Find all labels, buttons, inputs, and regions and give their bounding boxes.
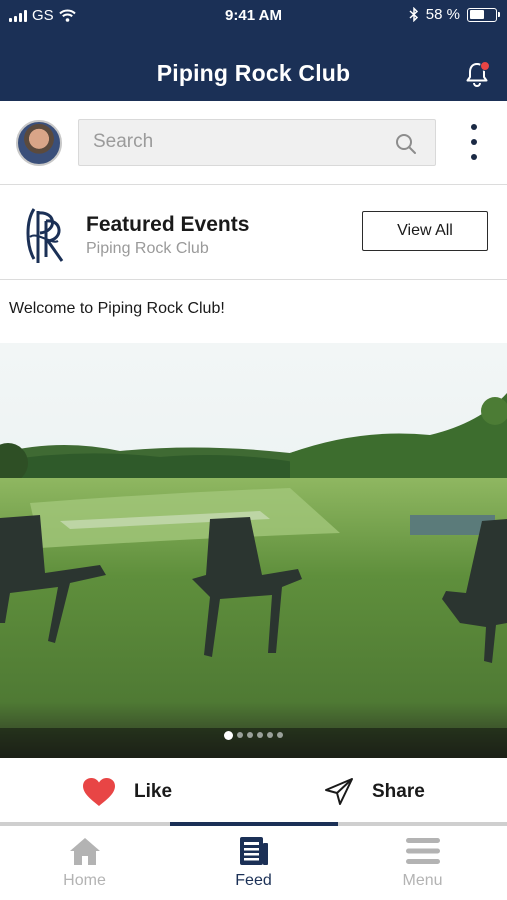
bluetooth-icon xyxy=(409,7,418,22)
tab-menu-label: Menu xyxy=(402,872,443,889)
like-button[interactable]: Like xyxy=(82,777,172,807)
page-title: Piping Rock Club xyxy=(156,60,351,86)
featured-subtitle: Piping Rock Club xyxy=(86,240,209,257)
post-text: Welcome to Piping Rock Club! xyxy=(9,300,225,317)
search-icon[interactable] xyxy=(395,133,417,155)
battery-icon xyxy=(467,7,500,22)
golf-course-photo xyxy=(0,343,507,758)
carousel-dot[interactable] xyxy=(257,732,263,738)
share-label: Share xyxy=(372,781,425,802)
battery-fill xyxy=(469,10,484,19)
more-options-icon[interactable] xyxy=(466,124,482,160)
search-row xyxy=(0,101,507,185)
featured-title: Featured Events xyxy=(86,213,250,236)
avatar[interactable] xyxy=(16,120,62,166)
view-all-button[interactable]: View All xyxy=(362,211,488,251)
menu-icon xyxy=(405,838,440,864)
heart-icon xyxy=(83,778,115,806)
home-icon xyxy=(69,838,100,865)
tab-feed[interactable]: Feed xyxy=(169,834,338,890)
like-label: Like xyxy=(134,781,173,802)
tab-home-label: Home xyxy=(63,872,106,889)
send-icon xyxy=(325,778,353,805)
carousel-dot[interactable] xyxy=(237,732,243,738)
carousel-dot[interactable] xyxy=(267,732,273,738)
tab-bar: Home Feed Menu xyxy=(0,826,507,900)
status-bar: GS 9:41 AM 58 % xyxy=(0,0,507,32)
tab-home[interactable]: Home xyxy=(0,834,169,890)
carousel-dot[interactable] xyxy=(277,732,283,738)
feed-icon xyxy=(239,837,268,865)
search-input[interactable] xyxy=(93,131,393,153)
post-actions: Like Share xyxy=(0,762,507,822)
tab-menu[interactable]: Menu xyxy=(338,834,507,890)
carousel-dot[interactable] xyxy=(247,732,253,738)
notifications-button[interactable] xyxy=(465,61,490,87)
club-logo-icon xyxy=(26,208,64,263)
carousel-dots[interactable] xyxy=(0,731,507,740)
post-photo[interactable] xyxy=(0,343,507,758)
top-bar: GS 9:41 AM 58 % Piping Rock Club xyxy=(0,0,507,101)
tab-feed-label: Feed xyxy=(235,872,272,889)
notification-badge xyxy=(480,61,490,71)
carousel-dot[interactable] xyxy=(224,731,233,740)
share-button[interactable]: Share xyxy=(324,777,425,807)
search-box[interactable] xyxy=(78,119,436,166)
status-right: 58 % xyxy=(409,6,500,23)
battery-percent: 58 % xyxy=(425,6,460,23)
